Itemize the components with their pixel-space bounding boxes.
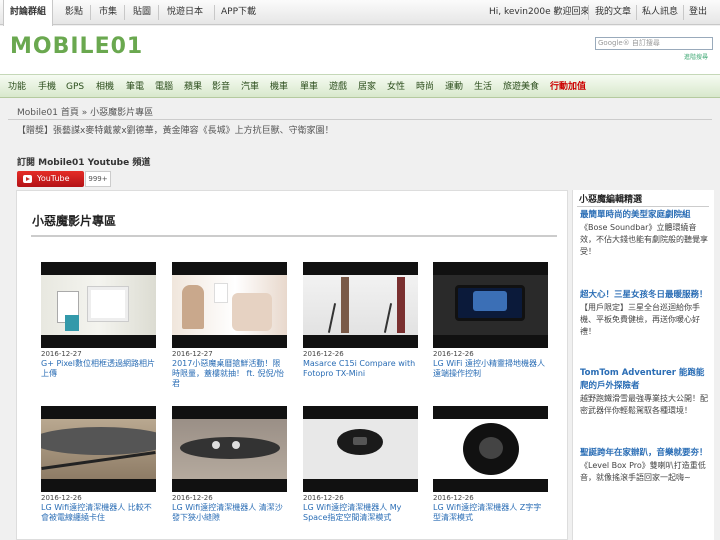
tab-divider [158,5,159,20]
user-greeting[interactable]: Hi, kevin200e 歡迎回來 [483,0,596,25]
nav-item[interactable]: 單車 [300,75,318,99]
video-thumbnail[interactable] [172,406,287,492]
editor-pick-title[interactable]: 聖誕跨年在家辦趴，音樂就要夯！ [580,447,708,460]
editor-pick-title[interactable]: TomTom Adventurer 能跑能爬的戶外探險者 [580,367,708,393]
tab-stickers[interactable]: 貼圖 [127,0,157,25]
site-logo[interactable]: MOBILE01 [10,34,143,62]
subscriber-count: 999+ [85,171,111,187]
nav-item[interactable]: 汽車 [241,75,259,99]
video-title-link[interactable]: LG Wifi遠控清潔機器人 My Space指定空間清潔模式 [303,503,418,523]
video-title-link[interactable]: LG Wifi遠控清潔機器人 比較不會被電線纏繞卡住 [41,503,156,523]
advanced-search-link[interactable]: 進階搜尋 [684,52,708,61]
nav-item[interactable]: 功能 [8,75,26,99]
nav-item[interactable]: 筆電 [126,75,144,99]
nav-item[interactable]: 旅遊美食 [503,75,539,99]
editor-pick[interactable]: 聖誕跨年在家辦趴，音樂就要夯！ 《Level Box Pro》雙喇叭打造重低音，… [580,447,708,484]
video-date: 2016-12-27 [172,350,213,358]
editor-pick-desc: 【用戶限定】三星全台巡迴給你手機、平板免費健檢，再送你暖心好禮！ [580,303,700,336]
nav-item[interactable]: 電腦 [155,75,173,99]
nav-item[interactable]: GPS [66,75,84,99]
category-nav: 功能 手機 GPS 相機 筆電 電腦 蘋果 影音 汽車 機車 單車 遊戲 居家 … [0,74,720,98]
youtube-icon [23,175,32,183]
divider [577,206,709,207]
tab-market[interactable]: 市集 [93,0,123,25]
tab-forum[interactable]: 討論群組 [3,0,54,26]
my-posts-link[interactable]: 我的文章 [589,0,637,25]
editor-picks-sidebar: 小惡魔編輯精選 最簡單時尚的美型家庭劇院組 《Bose Soundbar》立體環… [572,190,714,540]
video-date: 2016-12-26 [303,494,344,502]
page-intro: Mobile01 首頁 » 小惡魔影片專區 【贈獎】張藝謀x麥特戴蒙x劉德華，黃… [8,99,712,191]
nav-item[interactable]: 遊戲 [329,75,347,99]
logout-link[interactable]: 登出 [683,0,713,25]
breadcrumb[interactable]: Mobile01 首頁 » 小惡魔影片專區 [17,105,153,118]
video-title-link[interactable]: LG WiFi 遠控小精靈掃地機器人遠端操作控制 [433,359,548,379]
nav-item[interactable]: 影音 [212,75,230,99]
video-date: 2016-12-26 [303,350,344,358]
video-thumbnail[interactable] [303,262,418,348]
video-thumbnail[interactable] [41,262,156,348]
video-title-link[interactable]: LG Wifi遠控清潔機器人 清潔沙發下狹小縫隙 [172,503,287,523]
video-title-link[interactable]: G+ Pixel數位相框透過網路相片上傳 [41,359,156,379]
tab-divider [124,5,125,20]
video-thumbnail[interactable] [41,406,156,492]
tab-videos[interactable]: 影點 [59,0,89,25]
editor-pick[interactable]: 超大心！三星女孩冬日最暖服務！ 【用戶限定】三星全台巡迴給你手機、平板免費健檢，… [580,289,708,338]
section-title: 小惡魔影片專區 [32,214,117,228]
divider [31,235,557,237]
video-date: 2016-12-26 [433,350,474,358]
search-input[interactable]: Google® 自訂搜尋 [595,37,713,50]
promo-news-link[interactable]: 【贈獎】張藝謀x麥特戴蒙x劉德華，黃金陣容《長城》上方抗巨獸、守衛家園！ [17,123,334,136]
tab-japan-travel[interactable]: 悅遊日本 [161,0,209,25]
editor-pick-desc: 《Level Box Pro》雙喇叭打造重低音，就像搖滾手語回家一起嗨~ [580,461,706,482]
youtube-button-label: YouTube [37,174,70,183]
tab-divider [90,5,91,20]
subscribe-title: 訂閱 Mobile01 Youtube 頻道 [17,158,151,168]
editor-pick-title[interactable]: 超大心！三星女孩冬日最暖服務！ [580,289,708,302]
video-title-link[interactable]: Masarce C15i Compare with Fotopro TX-Min… [303,359,418,379]
private-messages-link[interactable]: 私人訊息 [636,0,684,25]
nav-item[interactable]: 時尚 [416,75,434,99]
nav-item[interactable]: 居家 [358,75,376,99]
nav-item[interactable]: 手機 [38,75,56,99]
video-thumbnail[interactable] [433,262,548,348]
sidebar-title: 小惡魔編輯精選 [579,195,643,205]
youtube-subscribe-button[interactable]: YouTube [17,171,84,187]
video-date: 2016-12-26 [172,494,213,502]
video-title-link[interactable]: 2017小惡魔桌曆搶鮮活動！限時限量，蓋樓就抽！ ft. 倪倪/怡君 [172,359,287,389]
site-header: MOBILE01 Google® 自訂搜尋 進階搜尋 [0,26,720,74]
video-section: 小惡魔影片專區 2016-12-27 G+ Pixel數位相框透過網路相片上傳 … [16,190,568,540]
video-date: 2016-12-27 [41,350,82,358]
video-thumbnail[interactable] [172,262,287,348]
video-date: 2016-12-26 [433,494,474,502]
nav-item[interactable]: 機車 [270,75,288,99]
editor-pick-title[interactable]: 最簡單時尚的美型家庭劇院組 [580,209,708,222]
nav-item-mobile-services[interactable]: 行動加值 [550,75,586,99]
nav-item[interactable]: 蘋果 [184,75,202,99]
nav-item[interactable]: 女性 [387,75,405,99]
video-thumbnail[interactable] [303,406,418,492]
top-bar: 討論群組 影點 市集 貼圖 悅遊日本 APP下載 Hi, kevin200e 歡… [0,0,720,26]
nav-item[interactable]: 運動 [445,75,463,99]
video-title-link[interactable]: LG Wifi遠控清潔機器人 Z字字型清潔模式 [433,503,548,523]
nav-item[interactable]: 生活 [474,75,492,99]
editor-pick[interactable]: TomTom Adventurer 能跑能爬的戶外探險者 越野跑鐵滑雪最強專業技… [580,367,708,417]
tab-app-download[interactable]: APP下載 [215,0,262,25]
divider [8,119,712,120]
editor-pick[interactable]: 最簡單時尚的美型家庭劇院組 《Bose Soundbar》立體環繞音效，不佔大錢… [580,209,708,258]
nav-item[interactable]: 相機 [96,75,114,99]
video-thumbnail[interactable] [433,406,548,492]
editor-pick-desc: 《Bose Soundbar》立體環繞音效，不佔大錢也能有劇院般的聽覺享受！ [580,223,708,256]
editor-pick-desc: 越野跑鐵滑雪最強專業技大公開！配密武器伴你輕鬆駕馭各種環境！ [580,394,708,415]
video-date: 2016-12-26 [41,494,82,502]
